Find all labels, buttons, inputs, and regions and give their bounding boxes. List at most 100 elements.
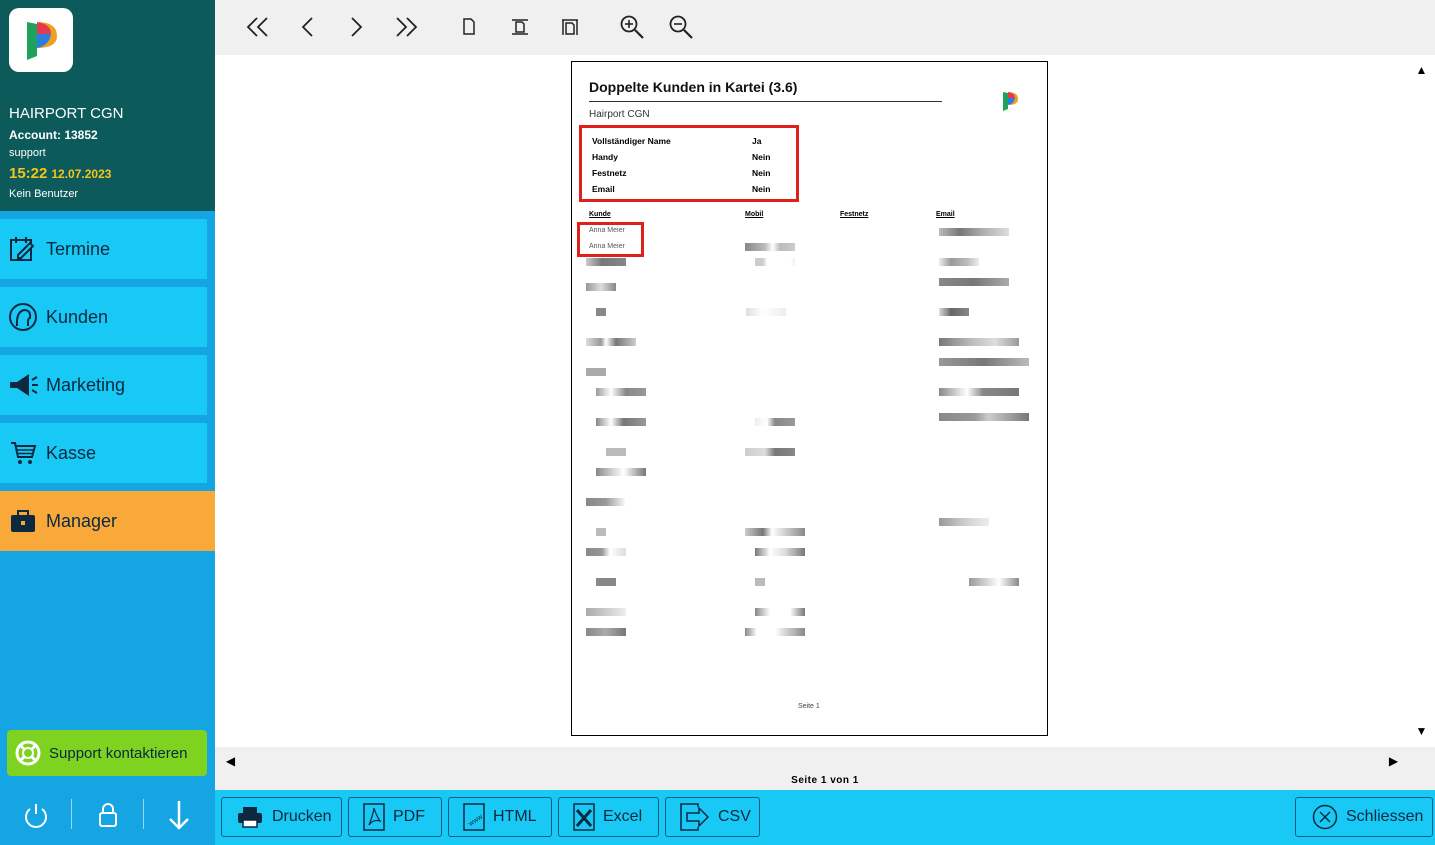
blurred-cell [596, 468, 646, 476]
fit-page-icon[interactable] [553, 10, 587, 44]
csv-button[interactable]: CSV [665, 797, 760, 837]
scroll-right-icon[interactable]: ▶ [1380, 751, 1407, 771]
nav-label-kunden: Kunden [46, 306, 109, 327]
blurred-cell [939, 308, 969, 316]
close-circle-icon [1312, 804, 1338, 830]
scroll-left-icon[interactable]: ◀ [217, 751, 244, 771]
blurred-cell [745, 528, 805, 536]
vertical-scrollbar[interactable]: ▲ ▼ [1408, 55, 1435, 747]
blurred-cell [745, 448, 795, 456]
blurred-cell [596, 578, 616, 586]
blurred-cell [745, 628, 805, 636]
report-viewer: Doppelte Kunden in Kartei (3.6) Hairport… [215, 55, 1408, 747]
report-salon: Hairport CGN [589, 109, 650, 120]
lock-icon[interactable] [90, 796, 126, 834]
zoom-out-icon[interactable] [664, 10, 698, 44]
excel-file-icon [573, 803, 595, 831]
printer-icon [236, 806, 264, 828]
footer-divider [143, 799, 144, 829]
nav-item-termine[interactable]: Termine [0, 219, 207, 279]
nav-label-marketing: Marketing [46, 374, 126, 395]
criteria-row: Vollständiger Name Ja [592, 136, 792, 146]
svg-text:www: www [467, 813, 485, 829]
report-page: Doppelte Kunden in Kartei (3.6) Hairport… [571, 61, 1048, 736]
nav-item-kunden[interactable]: Kunden [0, 287, 207, 347]
account-number: Account: 13852 [9, 128, 98, 142]
arrow-down-icon[interactable] [161, 796, 197, 834]
briefcase-icon [0, 491, 46, 551]
blurred-cell [586, 258, 626, 266]
print-button[interactable]: Drucken [221, 797, 342, 837]
clock-time: 15:22 [9, 165, 48, 182]
nav-label-kasse: Kasse [46, 442, 97, 463]
blurred-cell [939, 338, 1019, 346]
title-divider [589, 101, 942, 102]
criteria-value: Nein [752, 152, 771, 162]
blurred-cell [939, 518, 989, 526]
blurred-cell [939, 413, 1029, 421]
export-icon [680, 803, 710, 831]
scroll-down-icon[interactable]: ▼ [1408, 721, 1435, 741]
nav-item-marketing[interactable]: Marketing [0, 355, 207, 415]
pdf-button[interactable]: PDF [348, 797, 442, 837]
zoom-in-icon[interactable] [615, 10, 649, 44]
clock-date: 12.07.2023 [51, 167, 112, 181]
csv-label: CSV [718, 808, 751, 825]
nav-label-manager: Manager [46, 510, 118, 531]
nav-item-manager[interactable]: Manager [0, 491, 215, 551]
blurred-cell [596, 418, 646, 426]
horizontal-scrollbar[interactable]: ◀ ▶ [215, 747, 1408, 775]
app-logo [9, 8, 73, 72]
nav-item-kasse[interactable]: Kasse [0, 423, 207, 483]
customer-head-icon [0, 287, 46, 347]
blurred-cell [586, 608, 626, 616]
criteria-value: Nein [752, 168, 771, 178]
criteria-row: Festnetz Nein [592, 168, 792, 178]
viewer-toolbar [215, 0, 1435, 55]
fit-width-icon[interactable] [503, 10, 537, 44]
first-page-icon[interactable] [241, 10, 275, 44]
logo-icon [27, 22, 57, 60]
calendar-edit-icon [0, 219, 46, 279]
blurred-cell [939, 278, 1009, 286]
blurred-cell [596, 528, 606, 536]
single-page-icon[interactable] [452, 10, 486, 44]
current-user-status: Kein Benutzer [9, 188, 79, 200]
html-button[interactable]: www HTML [448, 797, 552, 837]
blurred-cell [596, 388, 646, 396]
support-button[interactable]: Support kontaktieren [7, 730, 207, 776]
sidebar: HAIRPORT CGN Account: 13852 support 15:2… [0, 0, 215, 845]
page-counter: Seite 1 von 1 [791, 775, 859, 786]
criteria-row: Email Nein [592, 184, 792, 194]
blurred-cell [586, 368, 606, 376]
footer-divider [71, 799, 72, 829]
power-icon[interactable] [18, 796, 54, 834]
excel-button[interactable]: Excel [558, 797, 659, 837]
blurred-cell [596, 308, 606, 316]
next-page-icon[interactable] [339, 10, 373, 44]
criteria-label: Festnetz [592, 168, 627, 178]
criteria-label: Vollständiger Name [592, 136, 671, 146]
app-window: HAIRPORT CGN Account: 13852 support 15:2… [0, 0, 1435, 845]
column-header-email: Email [936, 211, 955, 218]
blurred-cell [755, 548, 805, 556]
column-header-mobil: Mobil [745, 211, 764, 218]
close-button[interactable]: Schliessen [1295, 797, 1433, 837]
criteria-label: Handy [592, 152, 618, 162]
report-title: Doppelte Kunden in Kartei (3.6) [589, 79, 798, 95]
criteria-row: Handy Nein [592, 152, 792, 162]
cart-icon [0, 423, 46, 483]
scroll-up-icon[interactable]: ▲ [1408, 60, 1435, 80]
blurred-cell [939, 228, 1009, 236]
pdf-file-icon [363, 803, 385, 831]
html-label: HTML [493, 808, 537, 825]
blurred-cell [939, 358, 1029, 366]
megaphone-icon [0, 355, 46, 415]
clock: 15:22 12.07.2023 [9, 165, 111, 182]
page-footer: Seite 1 [798, 703, 820, 710]
previous-page-icon[interactable] [291, 10, 325, 44]
last-page-icon[interactable] [389, 10, 423, 44]
duplicate-customer-name: Anna Meier [589, 227, 625, 234]
blurred-cell [586, 548, 626, 556]
criteria-label: Email [592, 184, 615, 194]
